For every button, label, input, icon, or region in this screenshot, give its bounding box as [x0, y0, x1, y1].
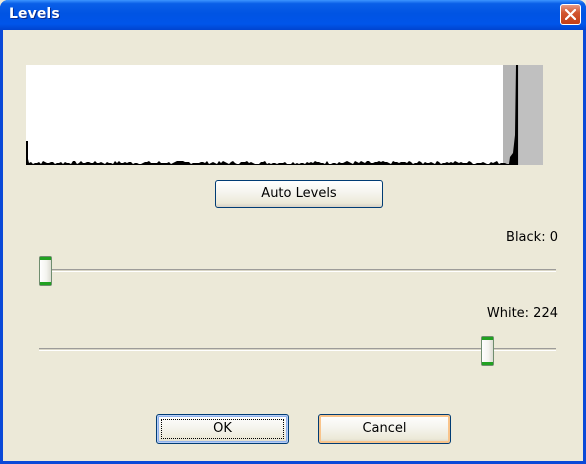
title-bar[interactable]: Levels: [0, 0, 586, 30]
black-value-label: Black: 0: [506, 230, 558, 245]
ok-button[interactable]: OK: [156, 414, 289, 444]
close-button[interactable]: [560, 4, 581, 25]
white-slider-track[interactable]: [39, 348, 556, 351]
white-value-label: White: 224: [486, 306, 558, 321]
histogram: [26, 65, 543, 165]
histogram-graph: [26, 65, 518, 165]
cancel-button[interactable]: Cancel: [318, 414, 451, 444]
black-slider-track[interactable]: [39, 269, 556, 272]
histogram-curve: [26, 65, 518, 165]
close-icon: [565, 9, 576, 20]
white-slider-thumb[interactable]: [481, 336, 494, 366]
window-title: Levels: [9, 6, 60, 22]
auto-levels-button[interactable]: Auto Levels: [215, 180, 383, 208]
focus-ring: [161, 419, 284, 439]
black-slider-thumb[interactable]: [39, 256, 52, 286]
